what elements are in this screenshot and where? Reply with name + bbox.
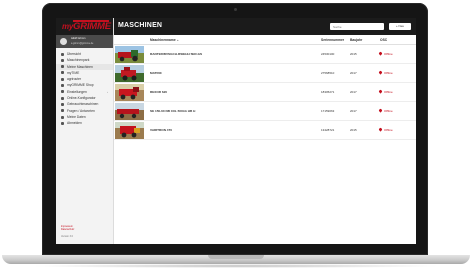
location-pin-icon [378, 88, 383, 94]
user-icon [61, 115, 64, 119]
machine-thumbnail [115, 65, 144, 82]
machine-name: MATRIX [150, 71, 162, 75]
osc-status: Offline [384, 90, 393, 94]
sidebar-item-label: Abmelden [67, 121, 82, 126]
osc-status: Offline [384, 71, 393, 75]
main-content: MASCHINEN + Neu Maschinenname ▲ Seriennu… [114, 18, 416, 244]
osc-status: Offline [384, 109, 393, 113]
column-header-name-label: Maschinenname [150, 38, 176, 42]
privacy-link[interactable]: Datenschutz [61, 228, 74, 231]
table-header: Maschinenname ▲ Seriennummer Baujahr OSC [114, 35, 416, 45]
sidebar: my GRIMME Adolf Grimm a.grimm@grimme.de … [56, 18, 114, 244]
column-header-serial[interactable]: Seriennummer [321, 38, 344, 42]
location-pin-icon [378, 69, 383, 75]
sidebar-nav: Übersicht Maschinenpark Meine Maschinen … [56, 48, 113, 127]
logo-prefix: my [62, 22, 74, 31]
router-icon [61, 77, 64, 81]
help-icon [61, 109, 64, 113]
cart-icon [61, 84, 64, 88]
machine-serial: 17159063 [321, 109, 335, 113]
machine-thumbnail [115, 84, 144, 101]
machine-serial: 18305271 [321, 90, 335, 94]
machine-serial: 27568510 [321, 71, 335, 75]
sidebar-item-abmelden[interactable]: Abmelden [56, 120, 113, 126]
machine-year: 2015 [350, 128, 357, 132]
top-bar: MASCHINEN + Neu [114, 18, 416, 35]
user-email: a.grimm@grimme.de [71, 41, 94, 45]
osc-status: Offline [384, 128, 393, 132]
table-row[interactable]: MATRIX 27568510 2017 Offline [114, 64, 416, 83]
add-machine-button[interactable]: + Neu [389, 23, 411, 30]
avatar [60, 38, 67, 45]
machine-year: 2017 [350, 109, 357, 113]
sidebar-footer-links: Impressum Datenschutz [61, 225, 74, 231]
machine-thumbnail [115, 103, 144, 120]
machine-serial: 24530100 [321, 52, 335, 56]
brand-header[interactable]: my GRIMME [56, 18, 113, 35]
machine-year: 2017 [350, 90, 357, 94]
machine-photo [115, 65, 144, 82]
gear-icon [61, 90, 64, 94]
clock-icon [61, 71, 64, 75]
table-row[interactable]: VARITRON 470 13428721 2015 Offline [114, 121, 416, 140]
logo-name: GRIMME [73, 21, 111, 32]
machine-thumbnail [115, 46, 144, 63]
user-name: Adolf Grimm [71, 37, 86, 40]
machine-photo [115, 103, 144, 120]
machine-name: REXOR 620 [150, 90, 168, 94]
machine-name: SE 150-60 NB XXL BUGG HB H [150, 109, 196, 113]
machine-photo [115, 122, 144, 139]
column-header-name[interactable]: Maschinenname ▲ [150, 38, 179, 42]
sort-asc-icon: ▲ [176, 39, 179, 42]
user-panel[interactable]: Adolf Grimm a.grimm@grimme.de [56, 35, 113, 48]
page-title: MASCHINEN [118, 22, 163, 29]
tractor-icon [61, 58, 64, 62]
location-pin-icon [378, 50, 383, 56]
machine-photo [115, 46, 144, 63]
osc-status: Offline [384, 52, 393, 56]
table-row[interactable]: REXOR 620 18305271 2017 Offline [114, 83, 416, 102]
laptop-shadow [30, 264, 442, 268]
list-icon [61, 65, 64, 69]
search-input[interactable] [330, 23, 384, 30]
machine-name: VARITRON 470 [150, 128, 172, 132]
machine-photo [115, 84, 144, 101]
column-header-osc[interactable]: OSC [380, 38, 387, 42]
home-icon [61, 52, 64, 56]
machine-thumbnail [115, 122, 144, 139]
logout-icon [61, 121, 64, 125]
column-header-year[interactable]: Baujahr [350, 38, 362, 42]
laptop-notch [208, 255, 264, 259]
config-icon [61, 96, 64, 100]
app-screen: my GRIMME Adolf Grimm a.grimm@grimme.de … [56, 18, 416, 244]
machine-year: 2015 [350, 52, 357, 56]
location-pin-icon [378, 107, 383, 113]
machine-name: RANTER/BVSGCH-RSIEHH 5ER-GS [150, 52, 203, 56]
machine-serial: 13428721 [321, 128, 335, 132]
table-row[interactable]: SE 150-60 NB XXL BUGG HB H 17159063 2017… [114, 102, 416, 121]
camera-icon [234, 8, 237, 11]
truck-icon [61, 102, 64, 106]
machine-year: 2017 [350, 71, 357, 75]
table-row[interactable]: RANTER/BVSGCH-RSIEHH 5ER-GS 24530100 201… [114, 45, 416, 64]
location-pin-icon [378, 126, 383, 132]
version-label: Version 3.0 [61, 235, 73, 238]
